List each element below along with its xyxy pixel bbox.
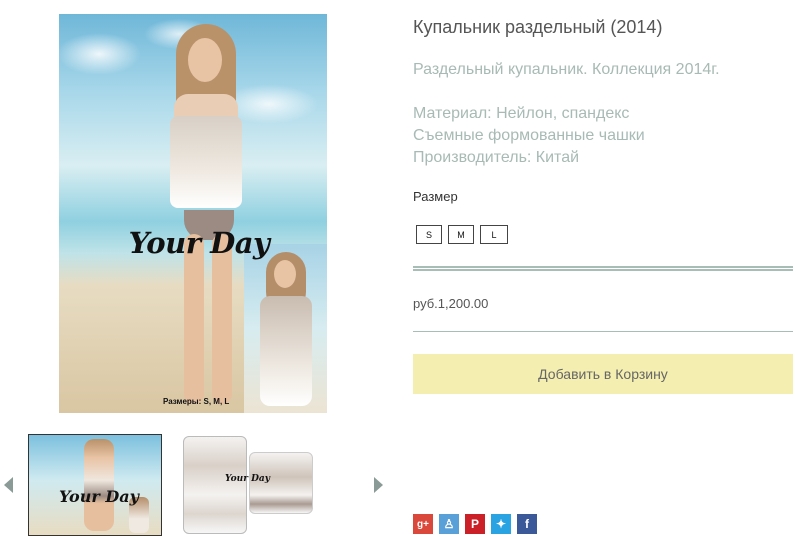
thumb-brand-logo: Your Day xyxy=(59,487,139,506)
thumbnail-1[interactable]: Your Day xyxy=(28,434,162,536)
product-title: Купальник раздельный (2014) xyxy=(413,17,663,37)
swimsuit-sketch xyxy=(183,436,247,534)
product-specs: Материал: Нейлон, спандекс Съемные формо… xyxy=(413,103,645,169)
thumb-model-figure xyxy=(84,439,114,531)
size-button-m[interactable]: M xyxy=(448,225,474,244)
product-description: Раздельный купальник. Коллекция 2014г. xyxy=(413,61,720,78)
spec-manufacturer: Производитель: Китай xyxy=(413,149,580,166)
social-share-bar: g+ ♙ P ✦ f xyxy=(413,514,537,534)
thumbnail-2[interactable]: Your Day xyxy=(181,434,313,534)
size-button-l[interactable]: L xyxy=(480,225,508,244)
brand-logo: Your Day xyxy=(128,226,270,260)
carousel-next-arrow-icon[interactable] xyxy=(374,477,383,493)
carousel-prev-arrow-icon[interactable] xyxy=(4,477,13,493)
facebook-icon[interactable]: f xyxy=(517,514,537,534)
divider xyxy=(413,331,793,332)
thumb-brand-logo: Your Day xyxy=(225,474,270,484)
size-label: Размер xyxy=(413,189,458,204)
model-inset-photo xyxy=(244,244,327,413)
odnoklassniki-icon[interactable]: ♙ xyxy=(439,514,459,534)
google-plus-icon[interactable]: g+ xyxy=(413,514,433,534)
size-button-s[interactable]: S xyxy=(416,225,442,244)
product-price: руб.1,200.00 xyxy=(413,296,489,311)
spec-material: Материал: Нейлон, спандекс xyxy=(413,105,630,122)
double-divider xyxy=(413,266,793,271)
spec-cups: Съемные формованные чашки xyxy=(413,127,645,144)
product-main-image[interactable]: Your Day Размеры: S, M, L xyxy=(59,14,327,413)
add-to-cart-button[interactable]: Добавить в Корзину xyxy=(413,354,793,394)
size-options: S M L xyxy=(416,225,508,244)
pinterest-icon[interactable]: P xyxy=(465,514,485,534)
twitter-icon[interactable]: ✦ xyxy=(491,514,511,534)
sizes-caption: Размеры: S, M, L xyxy=(163,397,230,406)
